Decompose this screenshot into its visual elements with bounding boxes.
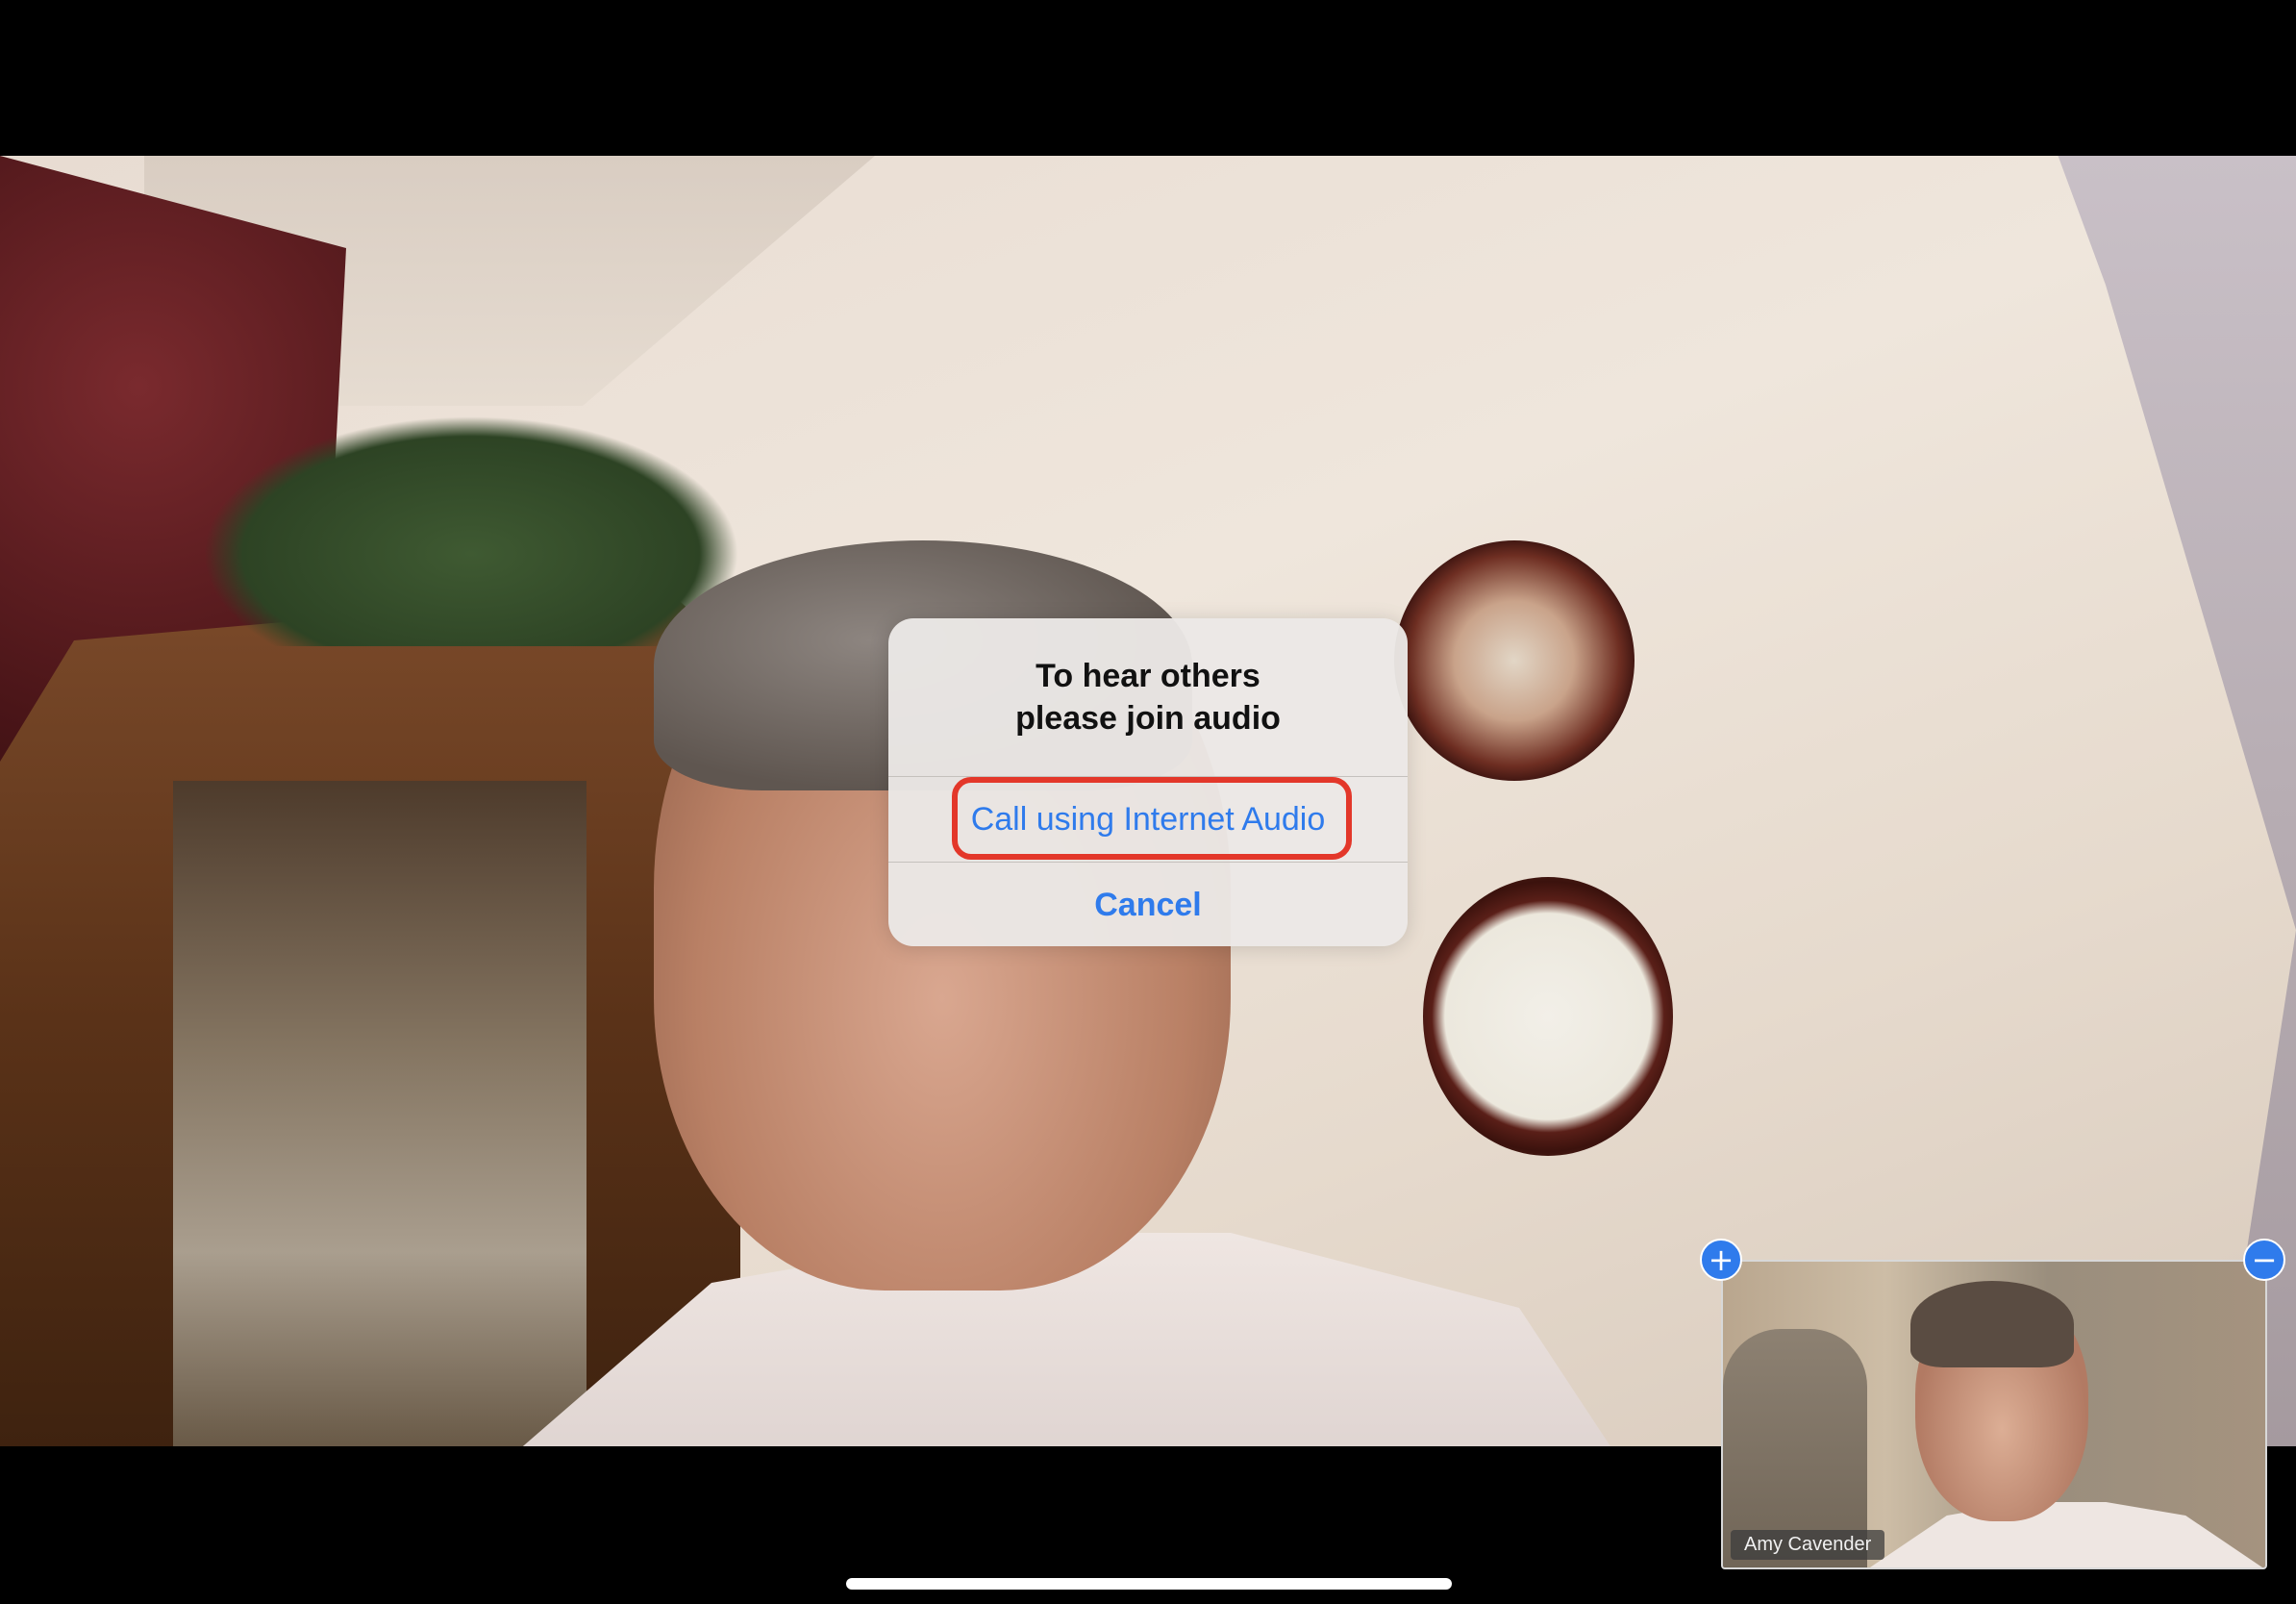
self-view-hair (1910, 1281, 2074, 1367)
participant-name-label: Amy Cavender (1731, 1530, 1885, 1560)
self-view-thumbnail[interactable]: Amy Cavender (1721, 1260, 2267, 1569)
video-wall-clock (1423, 877, 1673, 1156)
dialog-title-line-2: please join audio (1015, 700, 1281, 737)
home-indicator[interactable] (846, 1578, 1452, 1590)
video-cabinet-glass (173, 781, 586, 1446)
dialog-title-line-1: To hear others (1036, 658, 1260, 694)
self-view-shirt (1867, 1502, 2265, 1567)
video-decorative-plate (1394, 540, 1635, 781)
cancel-button[interactable]: Cancel (888, 863, 1408, 946)
expand-thumbnail-plus-icon[interactable]: + (1700, 1239, 1742, 1281)
call-internet-audio-button[interactable]: Call using Internet Audio (888, 777, 1408, 862)
join-audio-dialog: To hear others please join audio Call us… (888, 618, 1408, 946)
minimize-thumbnail-minus-icon[interactable]: − (2243, 1239, 2285, 1281)
meeting-screen: To hear others please join audio Call us… (0, 0, 2296, 1604)
dialog-title: To hear others please join audio (888, 655, 1408, 739)
video-plant (202, 415, 740, 646)
